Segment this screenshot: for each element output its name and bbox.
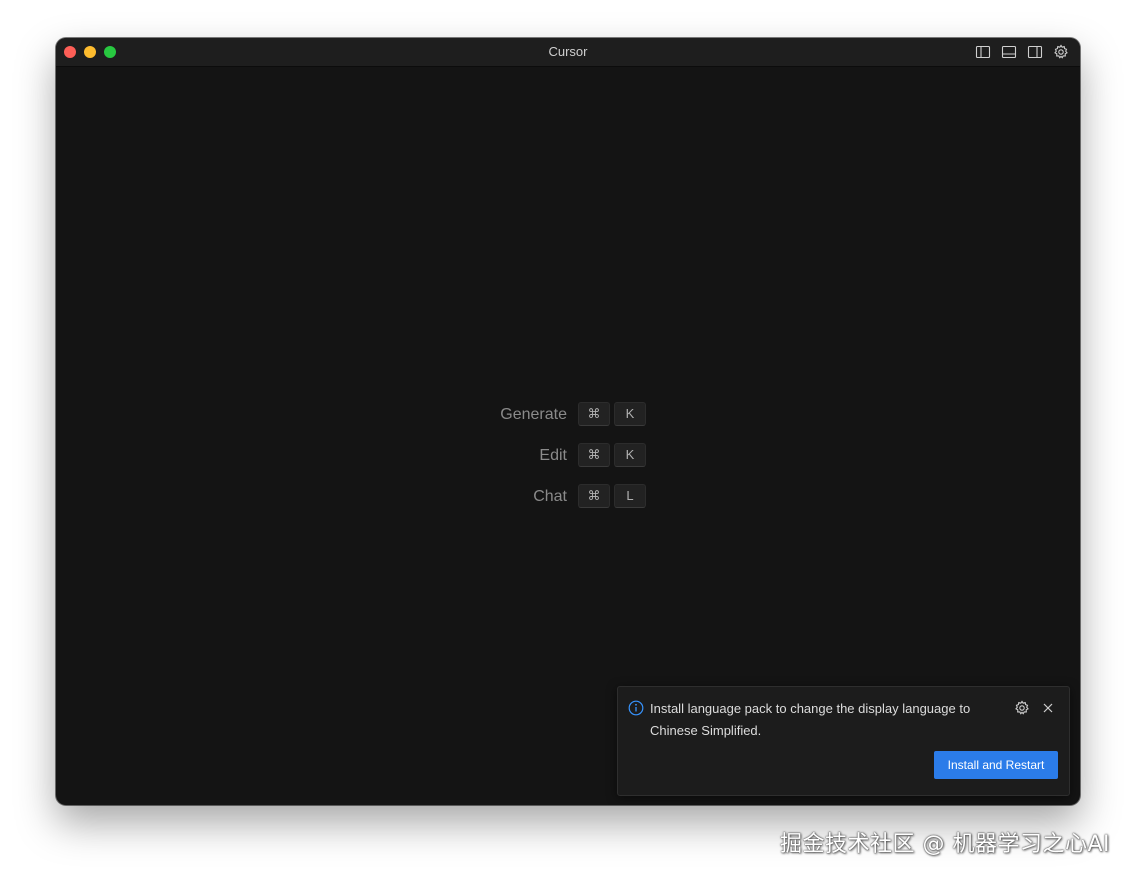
shortcut-key: ⌘ [578, 484, 610, 508]
window-title: Cursor [548, 44, 588, 59]
shortcut-hints: Generate ⌘ K Edit ⌘ K Chat ⌘ L [476, 402, 696, 525]
app-window: Cursor Generate ⌘ K Edit ⌘ K Chat ⌘ L In… [56, 38, 1080, 805]
shortcut-key: ⌘ [578, 402, 610, 426]
toggle-panel-icon[interactable] [1000, 43, 1018, 61]
layout-controls [974, 43, 1070, 61]
shortcut-key: K [614, 402, 646, 426]
language-pack-notification: Install language pack to change the disp… [617, 686, 1070, 796]
settings-gear-icon[interactable] [1052, 43, 1070, 61]
shortcut-key: L [614, 484, 646, 508]
toggle-primary-sidebar-icon[interactable] [974, 43, 992, 61]
shortcut-row-generate: Generate ⌘ K [476, 402, 696, 443]
shortcut-key: ⌘ [578, 443, 610, 467]
shortcut-label: Chat [533, 488, 567, 505]
shortcut-row-edit: Edit ⌘ K [476, 443, 696, 484]
info-icon [628, 700, 644, 716]
shortcut-key: K [614, 443, 646, 467]
notification-message: Install language pack to change the disp… [650, 701, 971, 738]
watermark-text: 掘金技术社区 @ 机器学习之心AI [779, 832, 1110, 857]
shortcut-row-chat: Chat ⌘ L [476, 484, 696, 525]
shortcut-label: Edit [539, 447, 567, 464]
install-and-restart-button[interactable]: Install and Restart [934, 751, 1058, 779]
notification-settings-gear-icon[interactable] [1014, 700, 1030, 716]
close-notification-icon[interactable] [1040, 700, 1056, 716]
shortcut-label: Generate [500, 406, 567, 423]
toggle-secondary-sidebar-icon[interactable] [1026, 43, 1044, 61]
title-bar[interactable]: Cursor [56, 38, 1080, 67]
